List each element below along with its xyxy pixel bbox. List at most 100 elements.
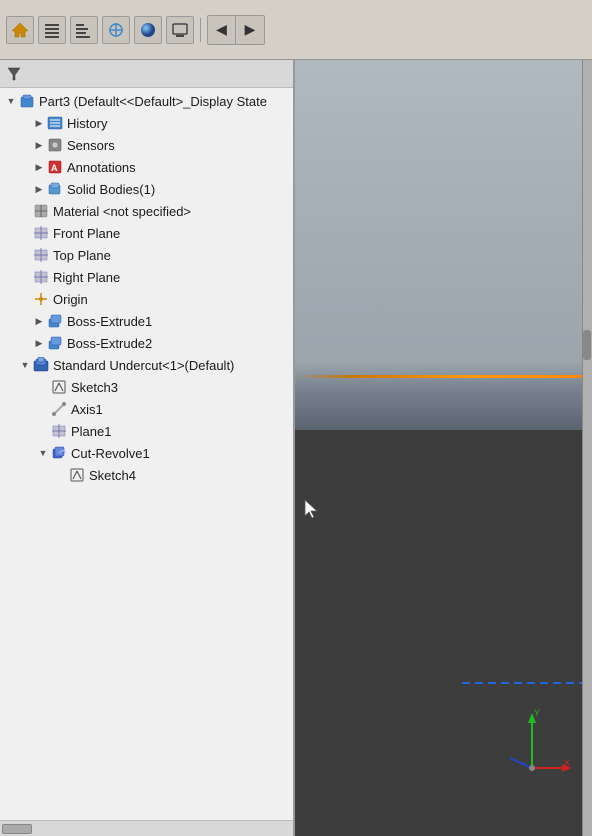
filter-icon: [6, 66, 22, 82]
svg-text:A: A: [51, 163, 58, 173]
part-surface: [295, 360, 592, 430]
history-expand[interactable]: [32, 116, 46, 130]
bossextrude2-label: Boss-Extrude2: [67, 336, 152, 351]
display-button[interactable]: [166, 16, 194, 44]
blue-dashed-line: [462, 678, 582, 688]
horizontal-scrollbar[interactable]: [0, 820, 293, 836]
material-icon: [32, 202, 50, 220]
topplane-spacer: [18, 248, 32, 262]
nav-prev-button[interactable]: ◀: [208, 16, 236, 44]
svg-text:X: X: [564, 758, 570, 768]
plane1-icon: [50, 422, 68, 440]
tree-item-bossextrude2[interactable]: Boss-Extrude2: [0, 332, 293, 354]
tree-item-axis1[interactable]: Axis1: [0, 398, 293, 420]
annotations-arrow: [18, 160, 32, 174]
sphere-button[interactable]: [134, 16, 162, 44]
bossextrude2-expand[interactable]: [32, 336, 46, 350]
origin-label: Origin: [53, 292, 88, 307]
history-arrow: [18, 116, 32, 130]
mouse-cursor: [303, 498, 323, 522]
tree-view-button[interactable]: [70, 16, 98, 44]
tree-item-frontplane[interactable]: Front Plane: [0, 222, 293, 244]
annotations-expand[interactable]: [32, 160, 46, 174]
svg-text:Y: Y: [534, 708, 540, 718]
nav-buttons: ◀ ▶: [207, 15, 265, 45]
scroll-handle[interactable]: [2, 824, 32, 834]
frontplane-spacer: [18, 226, 32, 240]
stdundercut-expand[interactable]: [18, 358, 32, 372]
main-area: Part3 (Default<<Default>_Display State H…: [0, 60, 592, 836]
axis1-icon: [50, 400, 68, 418]
sketch4-icon: [68, 466, 86, 484]
bossextrude1-spacer: [18, 314, 32, 328]
tree-item-cutrevolve1[interactable]: Cut-Revolve1: [0, 442, 293, 464]
cutrevolve1-label: Cut-Revolve1: [71, 446, 150, 461]
tree-item-topplane[interactable]: Top Plane: [0, 244, 293, 266]
root-expand-arrow[interactable]: [4, 94, 18, 108]
right-scrollbar[interactable]: [582, 60, 592, 836]
tree-item-material[interactable]: Material <not specified>: [0, 200, 293, 222]
solidbodies-arrow: [18, 182, 32, 196]
tree-item-plane1[interactable]: Plane1: [0, 420, 293, 442]
body-icon: [46, 180, 64, 198]
home-button[interactable]: [6, 16, 34, 44]
sketch4-spacer: [54, 468, 68, 482]
rightplane-icon: [32, 268, 50, 286]
tree-item-stdundercut[interactable]: Standard Undercut<1>(Default): [0, 354, 293, 376]
sensors-arrow: [18, 138, 32, 152]
bossextrude1-label: Boss-Extrude1: [67, 314, 152, 329]
topplane-label: Top Plane: [53, 248, 111, 263]
tree-item-bossextrude1[interactable]: Boss-Extrude1: [0, 310, 293, 332]
scene-background-top: [295, 60, 592, 380]
sketch3-label: Sketch3: [71, 380, 118, 395]
sketch4-label: Sketch4: [89, 468, 136, 483]
cutrevolve1-expand[interactable]: [36, 446, 50, 460]
stdundercut-label: Standard Undercut<1>(Default): [53, 358, 234, 373]
sensor-icon: [46, 136, 64, 154]
origin-icon: [32, 290, 50, 308]
tree-item-sensors[interactable]: Sensors: [0, 134, 293, 156]
origin-spacer: [18, 292, 32, 306]
axis1-label: Axis1: [71, 402, 103, 417]
sketch3-spacer: [36, 380, 50, 394]
history-icon: [46, 114, 64, 132]
material-label: Material <not specified>: [53, 204, 191, 219]
feature-tree[interactable]: Part3 (Default<<Default>_Display State H…: [0, 88, 293, 820]
tree-item-sketch4[interactable]: Sketch4: [0, 464, 293, 486]
frontplane-label: Front Plane: [53, 226, 120, 241]
crosshair-button[interactable]: [102, 16, 130, 44]
bossextrude2-spacer: [18, 336, 32, 350]
toolbar: ◀ ▶: [0, 0, 592, 60]
rightplane-spacer: [18, 270, 32, 284]
topplane-icon: [32, 246, 50, 264]
extrude1-icon: [46, 312, 64, 330]
extrude2-icon: [46, 334, 64, 352]
list-button[interactable]: [38, 16, 66, 44]
solidbodies-expand[interactable]: [32, 182, 46, 196]
tree-item-solidbodies[interactable]: Solid Bodies(1): [0, 178, 293, 200]
axis1-spacer: [36, 402, 50, 416]
root-label: Part3 (Default<<Default>_Display State: [39, 94, 267, 109]
tree-item-origin[interactable]: Origin: [0, 288, 293, 310]
tree-item-annotations[interactable]: A Annotations: [0, 156, 293, 178]
nav-next-button[interactable]: ▶: [236, 16, 264, 44]
revolve-icon: [50, 444, 68, 462]
sensors-expand[interactable]: [32, 138, 46, 152]
tree-root[interactable]: Part3 (Default<<Default>_Display State: [0, 90, 293, 112]
bossextrude1-expand[interactable]: [32, 314, 46, 328]
annotations-label: Annotations: [67, 160, 136, 175]
material-spacer: [18, 204, 32, 218]
3d-viewport[interactable]: Y X: [295, 60, 592, 836]
undercut-icon: [32, 356, 50, 374]
tree-item-history[interactable]: History: [0, 112, 293, 134]
part-icon: [18, 92, 36, 110]
orange-edge-highlight: [295, 375, 592, 378]
tree-item-sketch3[interactable]: Sketch3: [0, 376, 293, 398]
coordinate-axes: Y X: [502, 708, 572, 778]
tree-item-rightplane[interactable]: Right Plane: [0, 266, 293, 288]
toolbar-divider: [200, 18, 201, 42]
scroll-thumb[interactable]: [583, 330, 591, 360]
history-label: History: [67, 116, 107, 131]
frontplane-icon: [32, 224, 50, 242]
rightplane-label: Right Plane: [53, 270, 120, 285]
